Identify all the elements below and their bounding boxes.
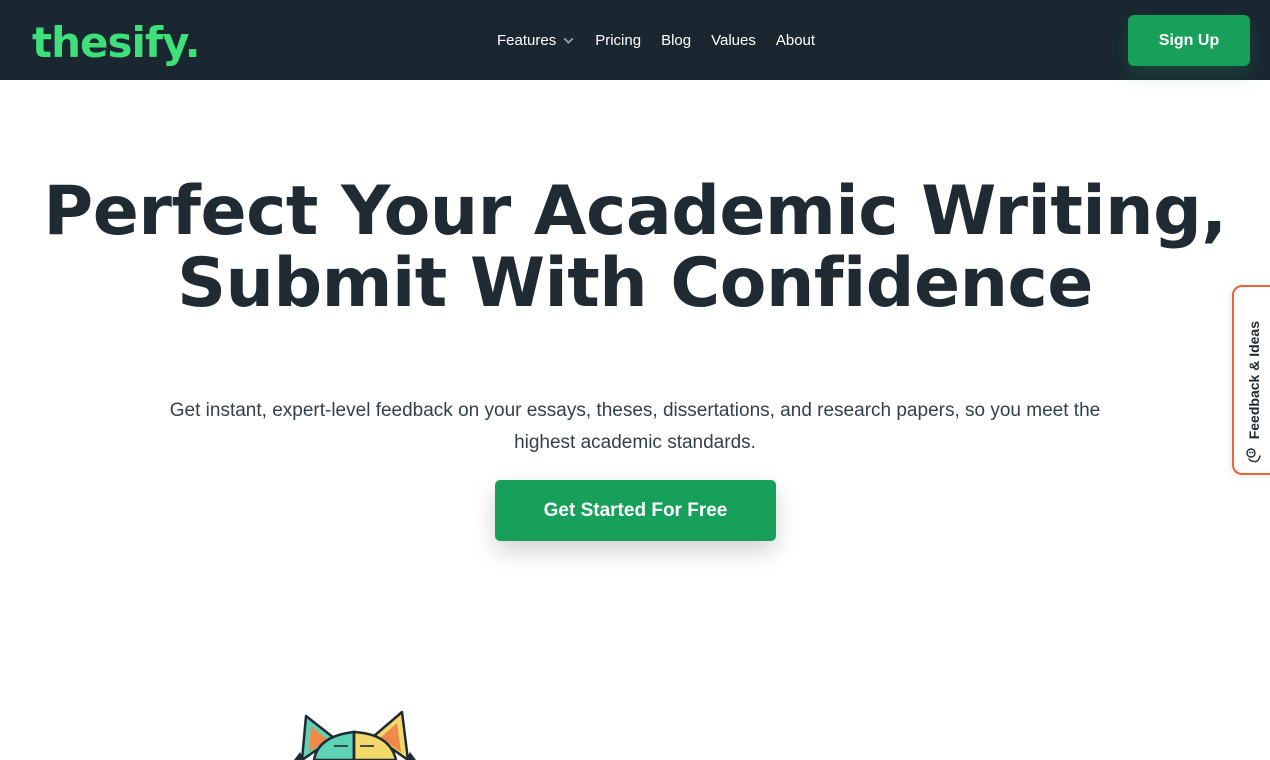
nav-item-about[interactable]: About (776, 32, 815, 49)
nav-item-pricing[interactable]: Pricing (595, 32, 641, 49)
top-navbar: thesify. Features Pricing Blog Values Ab… (0, 0, 1270, 80)
feedback-tab[interactable]: Feedback & Ideas (1232, 285, 1270, 475)
sign-up-button[interactable]: Sign Up (1128, 15, 1250, 66)
thesify-logo[interactable]: thesify. (32, 18, 201, 67)
feedback-tab-label: Feedback & Ideas (1246, 320, 1262, 439)
chevron-down-icon (564, 37, 574, 44)
cat-mascot-icon (294, 710, 416, 760)
get-started-button[interactable]: Get Started For Free (495, 480, 776, 541)
hero-title: Perfect Your Academic Writing, Submit Wi… (0, 176, 1270, 320)
nav-item-label: Features (497, 31, 557, 49)
feedback-face-icon (1246, 448, 1261, 463)
hero-subtitle: Get instant, expert-level feedback on yo… (169, 400, 1101, 453)
main-nav: Features Pricing Blog Values About (497, 0, 815, 80)
feedback-tab-content: Feedback & Ideas (1241, 297, 1267, 465)
nav-item-values[interactable]: Values (711, 32, 756, 49)
nav-item-features[interactable]: Features (497, 32, 575, 49)
hero-title-line-1: Perfect Your Academic Writing, (43, 172, 1227, 251)
hero-title-line-2: Submit With Confidence (177, 244, 1093, 323)
nav-item-blog[interactable]: Blog (661, 32, 691, 49)
